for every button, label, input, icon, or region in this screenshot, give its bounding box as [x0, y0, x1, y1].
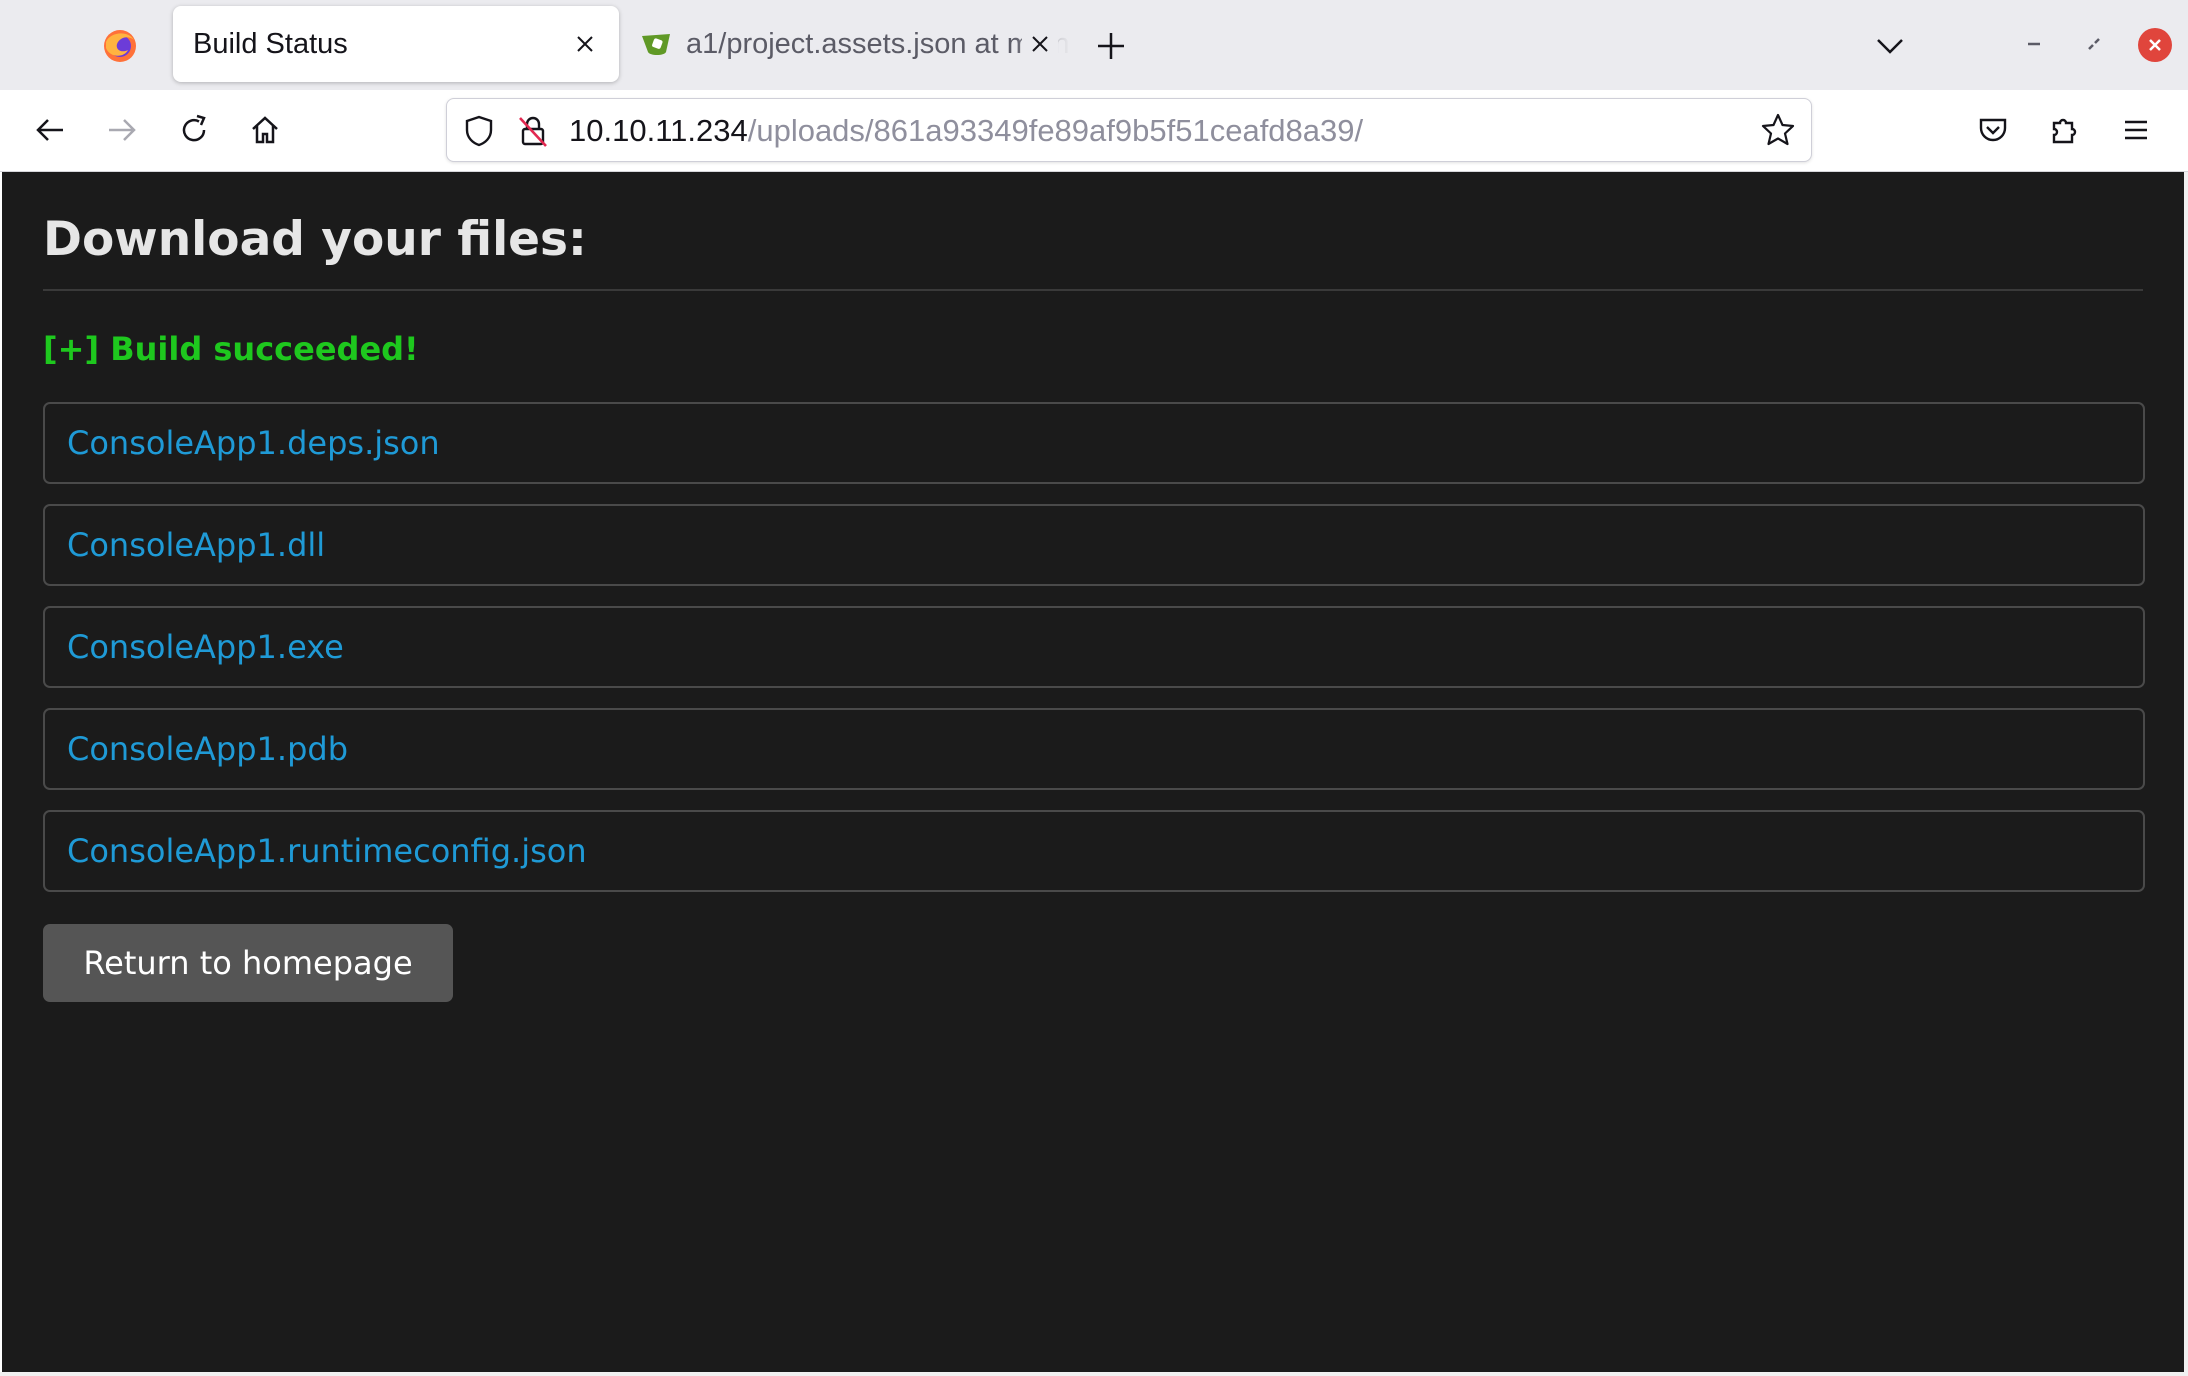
file-link-exe[interactable]: ConsoleApp1.exe — [67, 628, 344, 666]
url-path: /uploads/861a93349fe89af9b5f51ceafd8a39/ — [747, 113, 1364, 148]
url-text[interactable]: 10.10.11.234/uploads/861a93349fe89af9b5f… — [569, 113, 1363, 149]
firefox-logo-icon[interactable] — [102, 28, 138, 64]
tab-project-assets[interactable]: a1/project.assets.json at main — [630, 6, 1070, 82]
url-bar[interactable]: 10.10.11.234/uploads/861a93349fe89af9b5f… — [446, 98, 1812, 162]
close-window-icon[interactable] — [2138, 28, 2172, 62]
file-link-runtimeconfig-json[interactable]: ConsoleApp1.runtimeconfig.json — [67, 832, 587, 870]
forward-icon[interactable] — [101, 109, 143, 151]
tab-build-status[interactable]: Build Status — [173, 6, 619, 82]
list-item: ConsoleApp1.deps.json — [43, 402, 2145, 484]
hamburger-icon[interactable] — [2115, 109, 2157, 151]
file-link-deps-json[interactable]: ConsoleApp1.deps.json — [67, 424, 440, 462]
minimize-icon[interactable] — [2016, 26, 2052, 62]
file-link-pdb[interactable]: ConsoleApp1.pdb — [67, 730, 348, 768]
list-item: ConsoleApp1.runtimeconfig.json — [43, 810, 2145, 892]
gitea-favicon-icon — [642, 34, 670, 55]
shield-icon[interactable] — [461, 113, 497, 149]
restore-icon[interactable] — [2076, 26, 2112, 62]
page-title: Download your files: — [43, 212, 587, 267]
star-icon[interactable] — [1759, 111, 1797, 149]
puzzle-icon[interactable] — [2044, 109, 2086, 151]
reload-icon[interactable] — [173, 109, 215, 151]
close-tab-icon[interactable] — [1022, 26, 1058, 62]
build-status-message: [+] Build succeeded! — [43, 330, 419, 368]
tab-title: Build Status — [193, 28, 348, 60]
pocket-icon[interactable] — [1972, 109, 2014, 151]
url-host: 10.10.11.234 — [569, 113, 748, 148]
list-item: ConsoleApp1.exe — [43, 606, 2145, 688]
chevron-down-icon[interactable] — [1871, 30, 1909, 60]
list-item: ConsoleApp1.dll — [43, 504, 2145, 586]
return-to-homepage-button[interactable]: Return to homepage — [43, 924, 453, 1002]
divider — [43, 289, 2143, 291]
window-edge — [0, 1372, 2188, 1376]
tab-title: a1/project.assets.json at main — [686, 28, 1070, 60]
navigation-toolbar: 10.10.11.234/uploads/861a93349fe89af9b5f… — [0, 90, 2188, 172]
tab-strip: Build Status a1/project.assets.json at m… — [0, 0, 2188, 91]
lock-slash-icon[interactable] — [515, 113, 551, 149]
window-edge — [2184, 172, 2188, 1376]
close-tab-icon[interactable] — [567, 26, 603, 62]
list-item: ConsoleApp1.pdb — [43, 708, 2145, 790]
new-tab-icon[interactable] — [1092, 27, 1130, 65]
back-icon[interactable] — [29, 109, 71, 151]
home-icon[interactable] — [244, 109, 286, 151]
file-link-dll[interactable]: ConsoleApp1.dll — [67, 526, 325, 564]
file-list: ConsoleApp1.deps.json ConsoleApp1.dll Co… — [43, 402, 2145, 912]
page-content: Download your files: [+] Build succeeded… — [2, 172, 2184, 1372]
